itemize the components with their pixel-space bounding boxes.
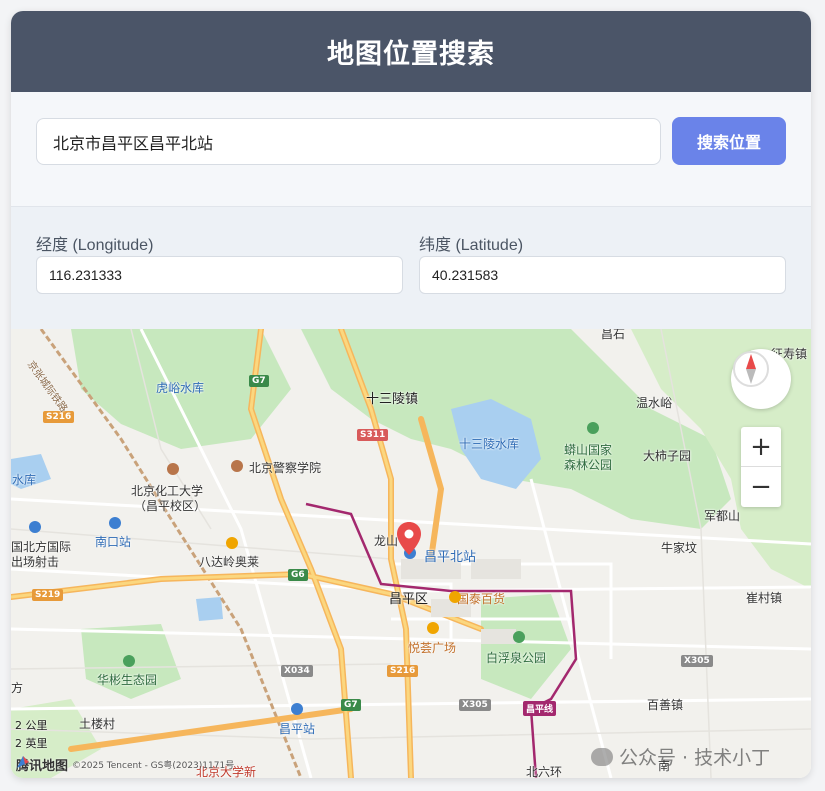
map-label-bhu-2: （昌平校区） — [134, 499, 207, 513]
map-label-changping-district: 昌平区 — [389, 592, 429, 607]
map-label-shisanling-town: 十三陵镇 — [366, 392, 419, 407]
map-label-junduoshan: 军都山 — [704, 509, 741, 523]
road-sign-g7-b: G7 — [341, 699, 361, 711]
map-label-longshan: 龙山 — [374, 534, 399, 548]
map-label-fang: 方 — [11, 681, 24, 695]
road-sign-g7: G7 — [249, 375, 269, 387]
map-search-card: 地图位置搜索 搜索位置 经度 (Longitude) 纬度 (Latitude) — [11, 11, 811, 778]
park-icon-2 — [513, 631, 525, 643]
sport-icon — [29, 521, 41, 533]
map-label-changping-station: 昌平站 — [279, 722, 316, 736]
map-label-beiliuhuan: 北六环 — [526, 765, 563, 778]
university-icon — [167, 463, 179, 475]
search-button[interactable]: 搜索位置 — [672, 117, 786, 165]
coordinates-panel: 经度 (Longitude) 纬度 (Latitude) — [11, 206, 811, 329]
road-sign-x305-b: X305 — [681, 655, 713, 667]
location-marker-icon[interactable] — [396, 522, 422, 556]
page-title: 地图位置搜索 — [327, 39, 495, 70]
map-label-guotai: 国泰百货 — [457, 592, 506, 606]
map-label-huyu-reservoir: 虎峪水库 — [156, 381, 205, 395]
map-label-mangshan-2: 森林公园 — [564, 458, 613, 472]
latitude-label: 纬度 (Latitude) — [419, 237, 524, 254]
road-sign-s216-b: S216 — [387, 665, 419, 677]
map-label-shuiku: 水库 — [12, 473, 37, 487]
shop-icon — [449, 591, 461, 603]
map-label-police-college: 北京警察学院 — [249, 461, 322, 475]
map-label-wenshuiyu: 温水峪 — [636, 396, 673, 410]
map-label-tulou: 土楼村 — [79, 717, 116, 731]
compass-icon — [733, 351, 769, 387]
map-brand: 腾讯地图 ©2025 Tencent - GS粤(2023)1171号 — [16, 755, 234, 774]
tencent-map-logo-icon — [17, 756, 29, 768]
map-label-shisanling-reservoir: 十三陵水库 — [459, 437, 520, 451]
map-label-huabin: 华彬生态园 — [97, 673, 158, 687]
map-label-intl-2: 出场射击 — [11, 555, 60, 569]
longitude-field[interactable] — [36, 256, 403, 294]
wechat-icon — [591, 747, 613, 766]
park-icon — [587, 422, 599, 434]
map-label-badaling: 八达岭奥莱 — [199, 555, 260, 569]
map-label-baifuquan: 白浮泉公园 — [486, 651, 547, 665]
train-station-icon — [109, 517, 121, 529]
compass-control[interactable] — [731, 349, 791, 409]
map-label-niujiawu: 牛家坟 — [661, 541, 698, 555]
road-sign-g6: G6 — [288, 569, 308, 581]
train-station-icon-2 — [291, 703, 303, 715]
road-sign-x034: X034 — [281, 665, 313, 677]
metro-line-badge: 昌平线 — [523, 701, 557, 716]
mall-icon — [226, 537, 238, 549]
map-label-cuncun: 崔村镇 — [746, 591, 783, 605]
map-copyright[interactable]: ©2025 Tencent - GS粤(2023)1171号 — [72, 758, 234, 771]
watermark-text: 公众号 · 技术小丁 — [619, 747, 771, 769]
college-icon — [231, 460, 243, 472]
map-label-baishan: 百善镇 — [647, 698, 684, 712]
road-sign-s311: S311 — [357, 429, 389, 441]
plaza-icon — [427, 622, 439, 634]
zoom-in-button[interactable]: + — [741, 427, 781, 467]
map-label-dashizi: 大柿子园 — [643, 449, 692, 463]
map-label-station: 昌平北站 — [424, 550, 477, 565]
header: 地图位置搜索 — [11, 11, 811, 92]
search-input[interactable] — [36, 118, 661, 165]
road-sign-x305: X305 — [459, 699, 491, 711]
map-label-top: 昌石 — [601, 329, 626, 341]
park-icon-3 — [123, 655, 135, 667]
map-view[interactable]: G7 S216 S311 G6 S219 X034 S216 X305 X305… — [11, 329, 811, 778]
scale-mi: 2 英里 — [15, 737, 48, 750]
watermark: 公众号 · 技术小丁 — [591, 743, 770, 770]
map-label-nankou: 南口站 — [95, 535, 132, 549]
scale-km: 2 公里 — [15, 719, 48, 732]
latitude-field[interactable] — [419, 256, 786, 294]
zoom-control: + − — [741, 427, 781, 507]
longitude-label: 经度 (Longitude) — [36, 237, 154, 254]
map-label-yuehui: 悦荟广场 — [408, 641, 457, 655]
search-bar: 搜索位置 — [11, 92, 811, 206]
road-sign-s219: S219 — [32, 589, 64, 601]
zoom-out-button[interactable]: − — [741, 467, 781, 507]
